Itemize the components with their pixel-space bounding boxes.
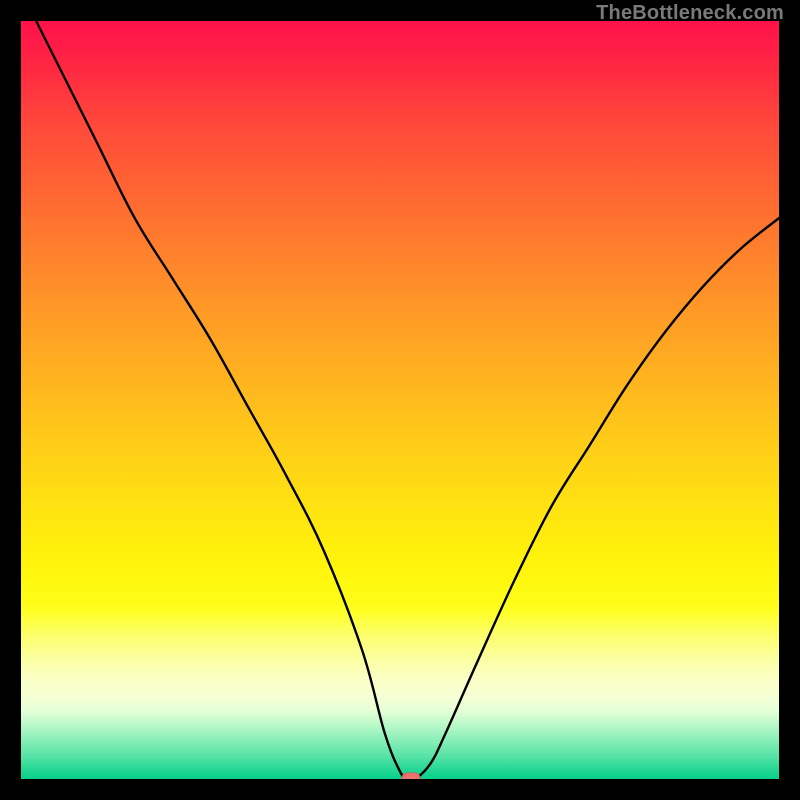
optimum-marker	[402, 773, 421, 780]
bottleneck-curve	[21, 21, 779, 779]
chart-frame: TheBottleneck.com	[0, 0, 800, 800]
plot-area	[21, 21, 779, 779]
watermark-text: TheBottleneck.com	[596, 2, 784, 25]
